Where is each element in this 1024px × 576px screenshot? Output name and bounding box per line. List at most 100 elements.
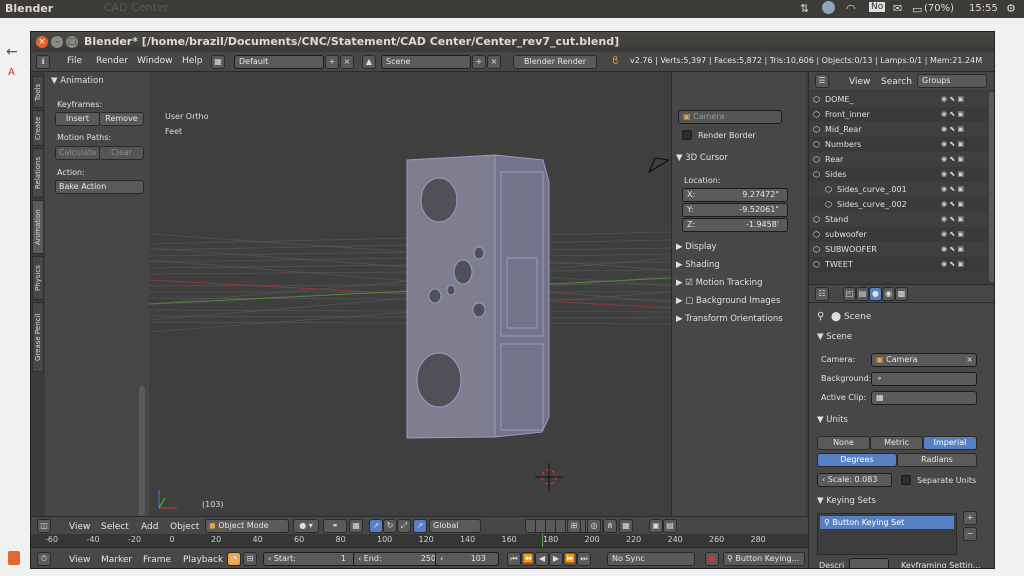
timeline-ruler[interactable]: -60 -40 -20 0 20 40 60 80 100 120 140 160 180 200 220 2… xyxy=(31,534,808,547)
tool-shelf-scrollbar[interactable] xyxy=(139,386,145,516)
remove-layout-icon[interactable]: × xyxy=(340,55,354,69)
battery-icon[interactable]: ▭ xyxy=(912,3,922,16)
render-border-checkbox[interactable] xyxy=(682,130,692,140)
keying-sets-panel-header[interactable]: ▼ Keying Sets xyxy=(817,494,987,508)
visibility-toggle-icons[interactable]: ◉ ⬉ ▣ xyxy=(941,152,964,167)
viewport-editor-type-icon[interactable]: ◫ xyxy=(37,519,51,533)
tab-animation[interactable]: Animation xyxy=(32,200,44,254)
tab-physics[interactable]: Physics xyxy=(32,256,44,300)
transform-space-icon[interactable]: ↗ xyxy=(413,519,427,533)
outliner-row[interactable]: ⬡ Stand ◉ ⬉ ▣ xyxy=(809,212,987,227)
unit-scale-field[interactable]: ‹ Scale: 0.083 xyxy=(817,473,892,487)
outliner-editor-type-icon[interactable]: ☰ xyxy=(815,74,829,88)
transform-orientation-select[interactable]: Global xyxy=(429,519,481,533)
clock[interactable]: 15:55 xyxy=(969,3,998,14)
browser-back-icon[interactable]: ← xyxy=(6,44,18,60)
add-layout-icon[interactable]: + xyxy=(325,55,339,69)
3d-cursor[interactable] xyxy=(535,463,563,491)
viewport-menu-select[interactable]: Select xyxy=(101,522,129,532)
auto-keying-icon[interactable]: ● xyxy=(705,552,719,566)
visibility-toggle-icons[interactable]: ◉ ⬉ ▣ xyxy=(941,107,964,122)
visibility-toggle-icons[interactable]: ◉ ⬉ ▣ xyxy=(941,167,964,182)
outliner-row[interactable]: ⬡ SUBWOOFER ◉ ⬉ ▣ xyxy=(809,242,987,257)
use-preview-range-icon[interactable]: ◔ xyxy=(227,552,241,566)
input-method-indicator[interactable]: No xyxy=(869,2,886,12)
lock-time-cursor-icon[interactable]: ⊟ xyxy=(243,552,257,566)
manipulator-toggle-icon[interactable]: ▦ xyxy=(349,519,363,533)
units-imperial-button[interactable]: Imperial xyxy=(923,436,977,450)
outliner-row[interactable]: ⬡ subwoofer ◉ ⬉ ▣ xyxy=(809,227,987,242)
wifi-icon[interactable]: ◠ xyxy=(846,2,856,15)
viewport-menu-view[interactable]: View xyxy=(69,522,90,532)
chrome-icon[interactable] xyxy=(822,1,835,14)
viewport-shading-icon[interactable]: ● ▾ xyxy=(293,519,319,533)
scene-icon[interactable]: ▲ xyxy=(362,55,376,69)
play-icon[interactable]: ▶ xyxy=(549,552,563,566)
clear-paths-button[interactable]: Clear xyxy=(99,146,144,160)
timeline-menu-playback[interactable]: Playback xyxy=(183,555,223,565)
visibility-toggle-icons[interactable]: ◉ ⬉ ▣ xyxy=(941,227,964,242)
menu-help[interactable]: Help xyxy=(182,56,203,66)
jump-end-icon[interactable]: ⏭ xyxy=(577,552,591,566)
screen-layout-icon[interactable]: ▦ xyxy=(211,55,225,69)
shading-panel-header[interactable]: ▶ Shading xyxy=(676,258,802,272)
motion-tracking-panel-header[interactable]: ▶ ☑ Motion Tracking xyxy=(676,276,802,290)
sync-mode-select[interactable]: No Sync xyxy=(607,552,695,566)
visibility-toggle-icons[interactable]: ◉ ⬉ ▣ xyxy=(941,122,964,137)
add-scene-icon[interactable]: + xyxy=(472,55,486,69)
rotate-manipulator-icon[interactable]: ↻ xyxy=(383,519,397,533)
remove-keyframe-button[interactable]: Remove xyxy=(99,112,144,126)
viewport-menu-add[interactable]: Add xyxy=(141,522,158,532)
maximize-window-icon[interactable]: □ xyxy=(66,36,78,48)
units-metric-button[interactable]: Metric xyxy=(870,436,923,450)
pin-icon[interactable]: ⚲ xyxy=(817,311,824,322)
scale-manipulator-icon[interactable]: ⤢ xyxy=(397,519,411,533)
outliner-row[interactable]: ⬡ Sides_curve_.001 ◉ ⬉ ▣ xyxy=(809,182,987,197)
snap-toggle-icon[interactable]: ⋔ xyxy=(603,519,617,533)
camera-object[interactable] xyxy=(647,157,670,174)
3d-cursor-panel-header[interactable]: ▼ 3D Cursor xyxy=(676,151,802,165)
viewport-menu-object[interactable]: Object xyxy=(170,522,199,532)
outliner-row[interactable]: ⬡ TWEET ◉ ⬉ ▣ xyxy=(809,257,987,272)
timeline-editor-type-icon[interactable]: ⏱ xyxy=(37,552,51,566)
description-field[interactable] xyxy=(849,558,889,568)
start-frame-field[interactable]: ‹ Start: 1 xyxy=(263,552,359,566)
keyboard-icon[interactable]: ✉ xyxy=(893,2,902,15)
browser-apps-icon[interactable]: A xyxy=(8,67,15,78)
settings-gear-icon[interactable]: ⚙ xyxy=(1006,2,1016,15)
transform-orientations-panel-header[interactable]: ▶ Transform Orientations xyxy=(676,312,802,326)
current-frame-marker[interactable] xyxy=(542,534,543,547)
tab-create[interactable]: Create xyxy=(32,110,44,146)
outliner-menu-search[interactable]: Search xyxy=(881,77,912,87)
scene-camera-field[interactable]: ▣ Camera × xyxy=(871,353,977,367)
display-panel-header[interactable]: ▶ Display xyxy=(676,240,802,254)
bake-action-button[interactable]: Bake Action xyxy=(55,180,144,194)
translate-manipulator-icon[interactable]: ↗ xyxy=(369,519,383,533)
cursor-x-field[interactable]: X: 9.27472" xyxy=(682,188,788,202)
3d-viewport[interactable]: User Ortho Feet (103) xyxy=(149,72,671,518)
prev-keyframe-icon[interactable]: ⏪ xyxy=(521,552,535,566)
current-frame-field[interactable]: ‹ 103 xyxy=(435,552,499,566)
visibility-toggle-icons[interactable]: ◉ ⬉ ▣ xyxy=(941,92,964,107)
outliner-display-mode[interactable]: Groups xyxy=(917,74,987,88)
remove-keying-set-icon[interactable]: − xyxy=(963,527,977,541)
launcher-app-icon[interactable] xyxy=(8,551,20,565)
minimize-window-icon[interactable]: – xyxy=(51,36,63,48)
outliner-scrollbar[interactable] xyxy=(989,92,994,282)
timeline-menu-frame[interactable]: Frame xyxy=(143,555,171,565)
lock-camera-field[interactable]: ▣ Camera xyxy=(678,110,782,124)
visibility-toggle-icons[interactable]: ◉ ⬉ ▣ xyxy=(941,257,964,272)
active-clip-field[interactable]: ▦ xyxy=(871,391,977,405)
play-reverse-icon[interactable]: ◀ xyxy=(535,552,549,566)
add-keying-set-icon[interactable]: + xyxy=(963,511,977,525)
insert-keyframe-button[interactable]: Insert xyxy=(55,112,100,126)
calculate-paths-button[interactable]: Calculate xyxy=(55,146,100,160)
world-tab-icon[interactable]: ◉ xyxy=(882,287,895,301)
snap-target-icon[interactable]: ▦ xyxy=(619,519,633,533)
radians-button[interactable]: Radians xyxy=(897,453,977,467)
properties-editor-type-icon[interactable]: ☷ xyxy=(815,287,829,301)
proportional-edit-icon[interactable]: ◎ xyxy=(587,519,601,533)
timeline-menu-marker[interactable]: Marker xyxy=(101,555,132,565)
render-layers-tab-icon[interactable]: ▤ xyxy=(856,287,869,301)
info-editor-type-icon[interactable]: ℹ xyxy=(36,55,50,69)
